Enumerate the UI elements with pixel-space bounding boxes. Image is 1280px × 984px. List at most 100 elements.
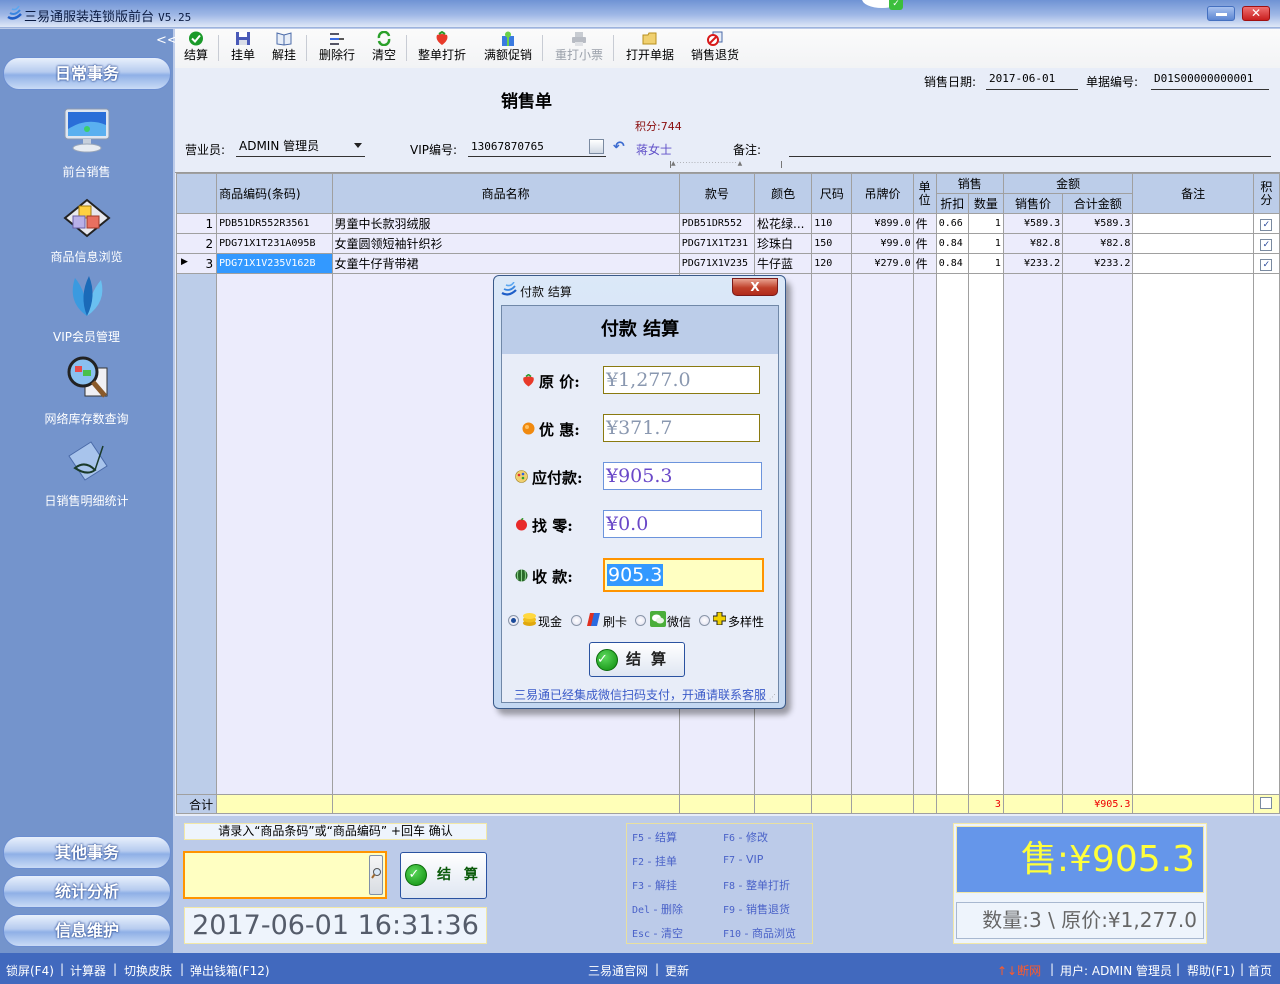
cell-total[interactable]: ¥589.3 [1062, 213, 1134, 234]
cell-discount[interactable]: 0.84 [935, 233, 969, 254]
amount-due-field[interactable]: ¥905.3 [603, 462, 762, 490]
cell-sale-price[interactable]: ¥82.8 [1002, 233, 1064, 254]
cell-points[interactable]: ✓ [1252, 253, 1280, 274]
total-points-checkbox[interactable] [1252, 794, 1280, 814]
payment-radio-mixed[interactable] [699, 615, 710, 626]
lock-screen-link[interactable]: 锁屏(F4) [6, 962, 54, 979]
calculator-link[interactable]: 计算器 [70, 962, 106, 979]
dialog-close-button[interactable]: X [732, 278, 778, 296]
cell-remark[interactable] [1132, 233, 1254, 254]
resize-grip[interactable]: ⋰ [769, 693, 776, 701]
points-checkbox[interactable]: ✓ [1260, 239, 1273, 251]
received-input[interactable]: 905.3 [603, 558, 764, 592]
table-row[interactable]: ▶ 3 PDG71X1V235V162B 女童牛仔背带裙 PDG71X1V235 牛仔蓝 1… [175, 253, 1280, 274]
cell-qty[interactable]: 1 [967, 233, 1004, 254]
cell-sale-price[interactable]: ¥233.2 [1002, 253, 1064, 274]
cell-remark[interactable] [1132, 213, 1254, 234]
payment-radio-card[interactable] [571, 615, 582, 626]
cell-color[interactable]: 牛仔蓝 [754, 253, 813, 274]
home-link[interactable]: 首页 [1248, 962, 1272, 979]
section-info-maintenance[interactable]: 信息维护 [3, 914, 171, 947]
nav-product-browse[interactable]: 商品信息浏览 [0, 192, 173, 265]
nav-daily-sales-stats[interactable]: 日销售明细统计 [0, 436, 173, 509]
points-checkbox[interactable]: ✓ [1260, 219, 1273, 231]
cell-size[interactable]: 150 [811, 233, 853, 254]
toolbar-unhold-button[interactable]: 解挂 [272, 31, 296, 63]
cell-remark[interactable] [1132, 253, 1254, 274]
cell-total[interactable]: ¥233.2 [1062, 253, 1134, 274]
switch-skin-link[interactable]: 切换皮肤 [124, 962, 172, 979]
cell-code[interactable]: PDG71X1T231A095B [216, 233, 333, 254]
splitter-handle[interactable]: ▲·····················▲ [670, 161, 782, 168]
nav-front-sales[interactable]: 前台销售 [0, 107, 173, 180]
sale-date-field[interactable]: 2017-06-01 [986, 72, 1078, 90]
cell-size[interactable]: 110 [811, 213, 853, 234]
minimize-button[interactable] [1207, 6, 1235, 21]
open-cash-drawer-link[interactable]: 弹出钱箱(F12) [190, 962, 270, 979]
cell-style[interactable]: PDG71X1T231 [678, 233, 756, 254]
close-button[interactable]: ✕ [1242, 6, 1270, 21]
remark-input[interactable] [789, 137, 1271, 157]
row-header[interactable]: 2 [175, 233, 218, 254]
undo-icon[interactable]: ↶ [613, 139, 625, 155]
barcode-input[interactable] [183, 851, 387, 899]
change-field[interactable]: ¥0.0 [603, 510, 762, 538]
toolbar-sales-return-button[interactable]: 销售退货 [691, 31, 739, 63]
table-row[interactable]: 1 PDB51DR552R3561 男童中长款羽绒服 PDB51DR552 松花绿...… [175, 213, 1280, 234]
toolbar-reprint-button[interactable]: 重打小票 [555, 31, 603, 63]
cell-unit[interactable]: 件 [912, 213, 937, 234]
col-header-unit[interactable]: 单位 [912, 173, 937, 214]
original-price-field[interactable]: ¥1,277.0 [603, 366, 760, 394]
cell-color[interactable]: 松花绿... [754, 213, 813, 234]
col-header-style[interactable]: 款号 [678, 173, 756, 214]
cell-unit[interactable]: 件 [912, 253, 937, 274]
col-header-sale-price[interactable]: 销售价 [1002, 193, 1064, 214]
dialog-settle-button[interactable]: ✓ 结算 [589, 642, 685, 677]
nav-inventory-query[interactable]: 网络库存数查询 [0, 354, 173, 427]
doc-no-field[interactable]: D01S00000000001 [1151, 72, 1269, 90]
settle-button[interactable]: ✓ 结 算 [400, 852, 487, 899]
chevron-down-icon[interactable] [354, 143, 362, 148]
vip-lookup-icon[interactable] [589, 139, 604, 154]
vip-no-input[interactable]: 13067870765 [468, 137, 606, 157]
row-header[interactable]: 1 [175, 213, 218, 234]
cell-discount[interactable]: 0.84 [935, 253, 969, 274]
cell-sale-price[interactable]: ¥589.3 [1002, 213, 1064, 234]
toolbar-whole-discount-button[interactable]: 整单打折 [418, 30, 466, 63]
col-header-remark[interactable]: 备注 [1132, 173, 1254, 214]
cell-code[interactable]: PDB51DR552R3561 [216, 213, 333, 234]
payment-radio-wechat[interactable] [635, 615, 646, 626]
wechat-pay-notice[interactable]: 三易通已经集成微信扫码支付，开通请联系客服 [514, 686, 766, 703]
col-header-points[interactable]: 积分 [1252, 173, 1280, 214]
update-link[interactable]: 更新 [665, 962, 689, 979]
cell-points[interactable]: ✓ [1252, 213, 1280, 234]
col-header-color[interactable]: 颜色 [754, 173, 813, 214]
section-other-affairs[interactable]: 其他事务 [3, 836, 171, 869]
help-link[interactable]: 帮助(F1) [1187, 962, 1235, 979]
table-row[interactable]: 2 PDG71X1T231A095B 女童圆领短袖针织衫 PDG71X1T231 珍珠白… [175, 233, 1280, 254]
nav-vip-management[interactable]: VIP会员管理 [0, 272, 173, 345]
cell-name[interactable]: 女童牛仔背带裙 [331, 253, 680, 274]
cell-name[interactable]: 男童中长款羽绒服 [331, 213, 680, 234]
cell-color[interactable]: 珍珠白 [754, 233, 813, 254]
cell-tag-price[interactable]: ¥899.0 [851, 213, 914, 234]
section-daily-affairs[interactable]: 日常事务 [3, 57, 171, 90]
row-header[interactable]: ▶ 3 [175, 253, 218, 274]
payment-radio-cash[interactable] [508, 615, 519, 626]
col-header-name[interactable]: 商品名称 [331, 173, 680, 214]
col-header-discount[interactable]: 折扣 [935, 193, 969, 214]
col-header-qty[interactable]: 数量 [967, 193, 1004, 214]
toolbar-open-doc-button[interactable]: 打开单据 [626, 31, 674, 63]
toolbar-hold-button[interactable]: 挂单 [231, 31, 255, 63]
salesperson-dropdown[interactable]: ADMIN 管理员 [236, 137, 365, 157]
toolbar-delete-row-button[interactable]: 删除行 [319, 31, 355, 63]
col-header-code[interactable]: 商品编码(条码) [216, 173, 333, 214]
toolbar-settle-button[interactable]: 结算 [184, 31, 208, 63]
cell-size[interactable]: 120 [811, 253, 853, 274]
cell-unit[interactable]: 件 [912, 233, 937, 254]
cell-discount[interactable]: 0.66 [935, 213, 969, 234]
barcode-search-button[interactable] [369, 855, 383, 895]
cell-tag-price[interactable]: ¥279.0 [851, 253, 914, 274]
col-header-tag-price[interactable]: 吊牌价 [851, 173, 914, 214]
discount-field[interactable]: ¥371.7 [603, 414, 760, 442]
